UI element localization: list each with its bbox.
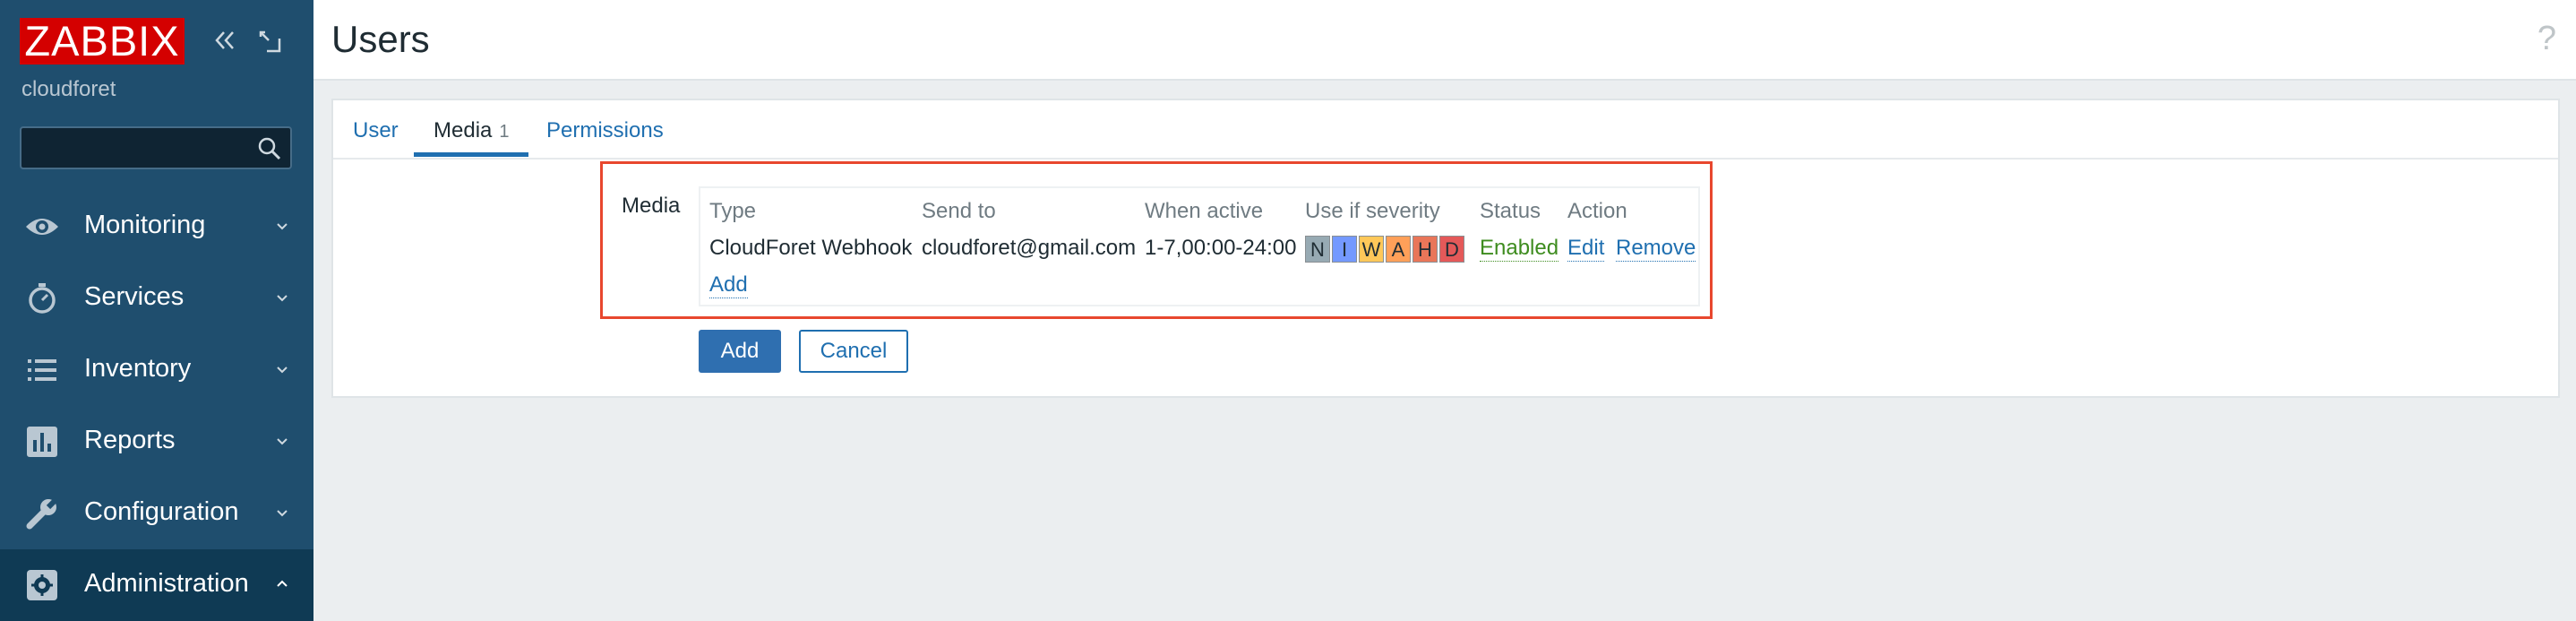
media-send-to-cell: cloudforet@gmail.com <box>922 236 1137 260</box>
sidebar-item-label: Administration <box>84 569 249 598</box>
add-media-link[interactable]: Add <box>709 272 748 298</box>
add-user-button[interactable]: Add <box>699 330 781 373</box>
list-icon <box>28 359 56 381</box>
server-name: cloudforet <box>21 77 116 101</box>
user-form-panel: User Media 1 Permissions Media Type Send … <box>331 99 2560 398</box>
media-remove-link[interactable]: Remove <box>1616 236 1696 262</box>
kiosk-mode-icon[interactable] <box>256 28 283 55</box>
eye-icon <box>26 219 58 235</box>
help-icon[interactable]: ? <box>2537 20 2556 58</box>
media-type-cell: CloudForet Webhook <box>709 236 913 260</box>
severity-average: A <box>1386 236 1411 263</box>
sidebar-item-services[interactable]: Services <box>0 263 313 334</box>
page-header: Users ? <box>313 0 2576 81</box>
tab-media-count: 1 <box>499 122 510 142</box>
active-tab-indicator <box>414 152 528 157</box>
gear-icon <box>27 570 57 600</box>
sidebar-item-monitoring[interactable]: Monitoring <box>0 191 313 263</box>
chevron-down-icon <box>277 510 288 517</box>
sidebar-item-label: Reports <box>84 426 176 454</box>
severity-warning: W <box>1359 236 1384 263</box>
severity-not-classified: N <box>1305 236 1330 263</box>
tab-permissions[interactable]: Permissions <box>546 118 664 143</box>
column-header-severity: Use if severity <box>1305 199 1440 223</box>
tab-media-label: Media <box>434 118 493 142</box>
sidebar-item-label: Inventory <box>84 354 192 383</box>
column-header-send-to: Send to <box>922 199 996 223</box>
media-field-label: Media <box>622 194 681 218</box>
severity-information: I <box>1332 236 1357 263</box>
sidebar-search <box>20 126 292 169</box>
search-input[interactable] <box>21 128 267 168</box>
sidebar-item-label: Configuration <box>84 497 239 526</box>
wrench-icon <box>26 496 59 530</box>
media-when-active-cell: 1-7,00:00-24:00 <box>1145 236 1297 260</box>
cancel-button[interactable]: Cancel <box>799 330 908 373</box>
tab-media[interactable]: Media 1 <box>434 118 510 143</box>
stopwatch-icon <box>29 283 56 314</box>
media-edit-link[interactable]: Edit <box>1567 236 1605 262</box>
column-header-when-active: When active <box>1145 199 1264 223</box>
severity-disaster: D <box>1439 236 1464 263</box>
page-title: Users <box>331 18 430 60</box>
column-header-action: Action <box>1567 199 1627 223</box>
sidebar-item-label: Services <box>84 282 185 311</box>
tab-bar: User Media 1 Permissions <box>333 100 2558 160</box>
zabbix-logo[interactable]: ZABBIX <box>20 18 185 65</box>
sidebar-item-reports[interactable]: Reports <box>0 406 313 478</box>
chevron-down-icon <box>277 438 288 445</box>
sidebar-item-configuration[interactable]: Configuration <box>0 478 313 549</box>
chevron-down-icon <box>277 223 288 230</box>
chevron-up-icon <box>277 580 288 587</box>
sidebar-item-label: Monitoring <box>84 211 206 239</box>
severity-high: H <box>1413 236 1438 263</box>
column-header-status: Status <box>1480 199 1541 223</box>
bar-chart-icon <box>27 427 57 457</box>
media-status-toggle[interactable]: Enabled <box>1480 236 1559 262</box>
sidebar: ZABBIX cloudforet Monitoring Services In… <box>0 0 313 621</box>
column-header-type: Type <box>709 199 757 223</box>
collapse-sidebar-icon[interactable] <box>211 27 238 54</box>
sidebar-item-administration[interactable]: Administration <box>0 549 313 621</box>
sidebar-item-inventory[interactable]: Inventory <box>0 334 313 406</box>
chevron-down-icon <box>277 367 288 374</box>
tab-user[interactable]: User <box>353 118 399 143</box>
chevron-down-icon <box>277 295 288 302</box>
search-icon[interactable] <box>256 135 283 162</box>
